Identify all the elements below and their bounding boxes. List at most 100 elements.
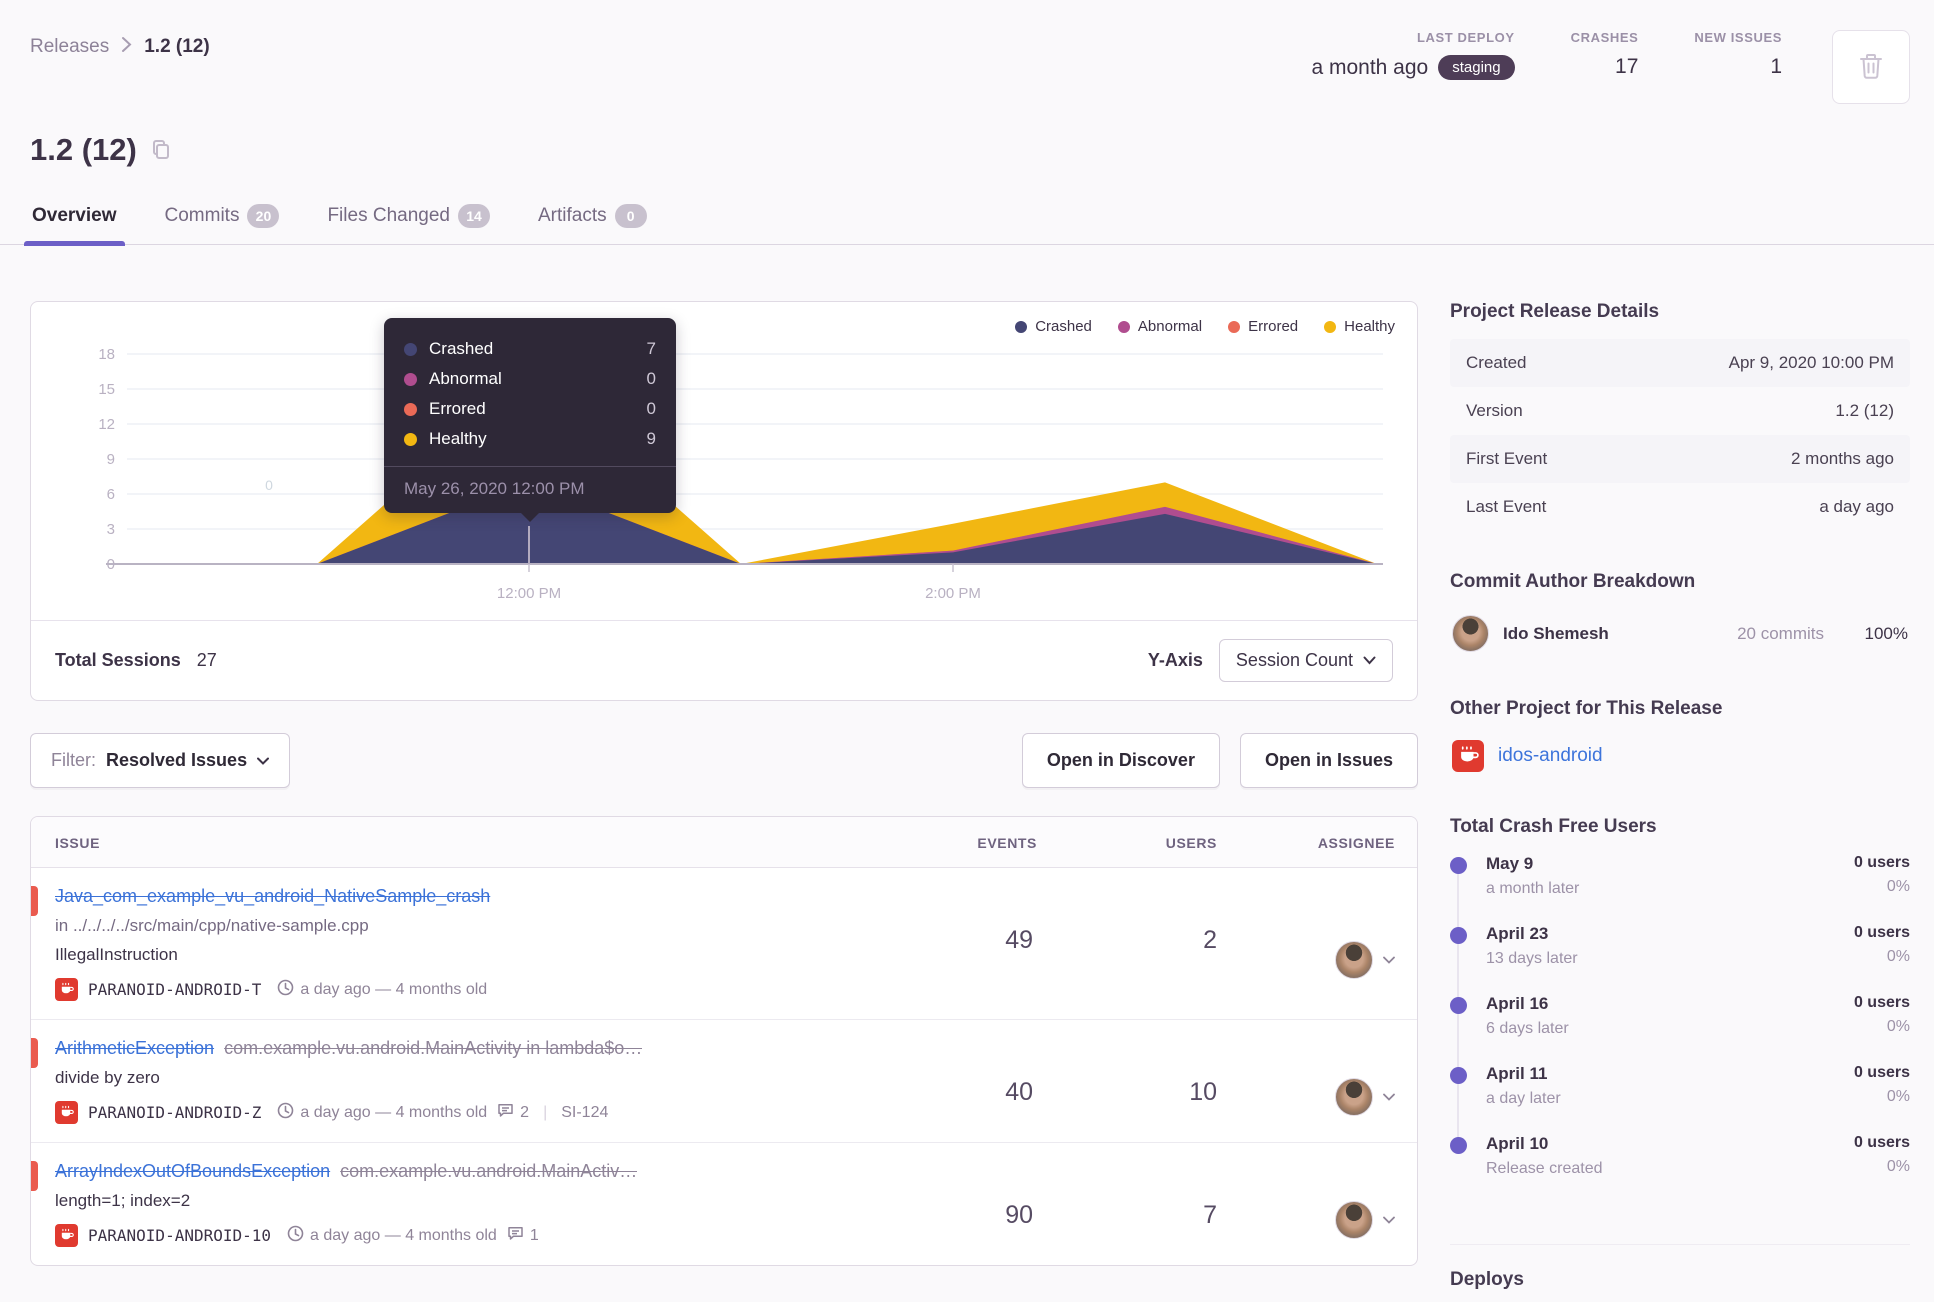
timeline-dot-icon xyxy=(1450,927,1467,944)
breadcrumb-releases-link[interactable]: Releases xyxy=(30,36,109,58)
timeline-dot-icon xyxy=(1450,1067,1467,1084)
issue-users-count: 10 xyxy=(1189,1078,1217,1106)
crashed-dot-icon xyxy=(404,342,417,356)
crashed-legend-dot xyxy=(1015,320,1028,333)
chevron-down-icon xyxy=(257,757,270,765)
issue-row: ArithmeticException com.example.vu.andro… xyxy=(31,1020,1417,1143)
legend-item-healthy[interactable]: Healthy xyxy=(1324,318,1395,335)
legend-item-abnormal[interactable]: Abnormal xyxy=(1117,318,1202,335)
section-heading: Total Crash Free Users xyxy=(1450,816,1657,837)
timeline-item: April 16 6 days later 0 users 0% xyxy=(1450,994,1910,1070)
tab-commits[interactable]: Commits 20 xyxy=(163,198,282,244)
release-details-section: Project Release Details Created Apr 9, 2… xyxy=(1450,301,1910,531)
assignee-cell xyxy=(1217,886,1397,1001)
total-sessions-value: 27 xyxy=(196,650,217,670)
legend-item-errored[interactable]: Errored xyxy=(1228,318,1298,335)
issue-age: a day ago — 4 months old xyxy=(277,1102,487,1124)
issue-title-link[interactable]: ArithmeticException xyxy=(55,1038,214,1059)
legend-item-crashed[interactable]: Crashed xyxy=(1015,318,1092,335)
sessions-chart-svg[interactable]: 0369121518012:00 PM2:00 PM xyxy=(31,302,1417,620)
tab-files-changed[interactable]: Files Changed 14 xyxy=(325,198,492,244)
other-project-row: idos-android xyxy=(1450,736,1910,776)
chevron-down-icon xyxy=(1363,656,1376,665)
issue-title-link[interactable]: ArrayIndexOutOfBoundsException xyxy=(55,1161,330,1182)
yaxis-label: Y-Axis xyxy=(1147,650,1203,670)
svg-text:6: 6 xyxy=(107,486,115,503)
chevron-down-icon[interactable] xyxy=(1383,1088,1395,1106)
author-avatar xyxy=(1452,615,1489,652)
detail-row: First Event 2 months ago xyxy=(1450,435,1910,483)
timeline-dot-icon xyxy=(1450,1137,1467,1154)
timeline-dot-icon xyxy=(1450,857,1467,874)
assignee-avatar[interactable] xyxy=(1335,940,1373,979)
crash-free-section: Total Crash Free Users May 9 a month lat… xyxy=(1450,816,1910,1204)
assignee-avatar[interactable] xyxy=(1335,1201,1373,1239)
project-tag: PARANOID-ANDROID-Z xyxy=(88,1103,262,1122)
author-row: Ido Shemesh 20 commits 100% xyxy=(1450,609,1910,658)
deploys-section: Deploys xyxy=(1450,1244,1910,1291)
stat-last-deploy: LAST DEPLOY a month ago staging xyxy=(1311,30,1515,80)
tooltip-row-healthy: Healthy 9 xyxy=(404,424,656,454)
svg-text:12:00 PM: 12:00 PM xyxy=(497,585,561,602)
open-in-discover-button[interactable]: Open in Discover xyxy=(1021,733,1220,788)
chevron-down-icon[interactable] xyxy=(1383,951,1395,969)
abnormal-dot-icon xyxy=(404,372,417,386)
sidebar: Project Release Details Created Apr 9, 2… xyxy=(1450,301,1910,1302)
release-overview-page: Releases 1.2 (12) LAST DEPLOY a month ag… xyxy=(0,0,1934,1302)
svg-text:9: 9 xyxy=(107,451,115,468)
column-events: EVENTS xyxy=(977,835,1037,851)
copy-icon[interactable] xyxy=(151,139,171,161)
svg-text:3: 3 xyxy=(107,521,115,538)
issue-events-count: 40 xyxy=(1005,1078,1033,1106)
other-project-link[interactable]: idos-android xyxy=(1498,745,1603,767)
stat-new-issues: NEW ISSUES 1 xyxy=(1694,30,1782,79)
release-details-table: Created Apr 9, 2020 10:00 PM Version 1.2… xyxy=(1450,339,1910,531)
svg-text:2:00 PM: 2:00 PM xyxy=(925,585,981,602)
issue-age: a day ago — 4 months old xyxy=(277,979,487,1001)
tooltip-row-abnormal: Abnormal 0 xyxy=(404,364,656,394)
svg-text:18: 18 xyxy=(98,346,115,363)
total-sessions-label: Total Sessions xyxy=(55,650,181,670)
project-tag: PARANOID-ANDROID-10 xyxy=(88,1226,272,1245)
assignee-avatar[interactable] xyxy=(1335,1078,1373,1116)
project-icon xyxy=(55,1101,78,1124)
issue-events-count: 49 xyxy=(1005,926,1033,954)
errored-dot-icon xyxy=(404,402,417,416)
stat-new-issues-label: NEW ISSUES xyxy=(1694,30,1782,45)
sessions-chart-card: Crashed Abnormal Errored Healthy 3 6 9 1… xyxy=(30,301,1418,701)
tab-overview[interactable]: Overview xyxy=(24,198,124,246)
issue-comments: 2 xyxy=(497,1102,529,1123)
issue-message: divide by zero xyxy=(55,1068,160,1087)
chart-legend: Crashed Abnormal Errored Healthy xyxy=(1015,318,1395,335)
chart-footer: Total Sessions 27 Y-Axis Session Count xyxy=(31,620,1417,700)
project-icon xyxy=(1452,740,1484,772)
column-assignee: ASSIGNEE xyxy=(1317,835,1395,851)
detail-row: Created Apr 9, 2020 10:00 PM xyxy=(1450,339,1910,387)
issue-comments: 1 xyxy=(507,1225,539,1246)
assignee-cell xyxy=(1217,1161,1397,1247)
section-heading: Other Project for This Release xyxy=(1450,698,1723,719)
clock-icon xyxy=(277,979,294,1001)
author-percent: 100% xyxy=(1864,623,1908,643)
content: Crashed Abnormal Errored Healthy 3 6 9 1… xyxy=(0,245,1934,1302)
issue-users-count: 7 xyxy=(1203,1201,1217,1229)
chevron-down-icon[interactable] xyxy=(1383,1211,1395,1229)
issue-title-link[interactable]: Java_com_example_vu_android_NativeSample… xyxy=(55,886,490,907)
tab-files-changed-badge: 14 xyxy=(457,204,490,228)
commit-author-section: Commit Author Breakdown Ido Shemesh 20 c… xyxy=(1450,571,1910,658)
delete-release-button[interactable] xyxy=(1832,30,1910,104)
error-level-bar xyxy=(31,1038,38,1068)
release-tabs: Overview Commits 20 Files Changed 14 Art… xyxy=(0,198,1934,246)
project-icon xyxy=(55,978,78,1001)
stat-crashes-value: 17 xyxy=(1615,55,1639,78)
tab-artifacts[interactable]: Artifacts 0 xyxy=(536,198,649,244)
issue-culprit: in ../../../../src/main/cpp/native-sampl… xyxy=(55,916,369,935)
author-name: Ido Shemesh xyxy=(1503,623,1609,643)
svg-text:15: 15 xyxy=(98,381,115,398)
issue-age: a day ago — 4 months old xyxy=(287,1225,497,1247)
abnormal-legend-dot xyxy=(1117,320,1130,333)
issue-filter-dropdown[interactable]: Filter: Resolved Issues xyxy=(30,733,291,788)
yaxis-select[interactable]: Session Count xyxy=(1218,639,1393,682)
open-in-issues-button[interactable]: Open in Issues xyxy=(1239,733,1418,788)
column-issue: ISSUE xyxy=(55,835,101,851)
